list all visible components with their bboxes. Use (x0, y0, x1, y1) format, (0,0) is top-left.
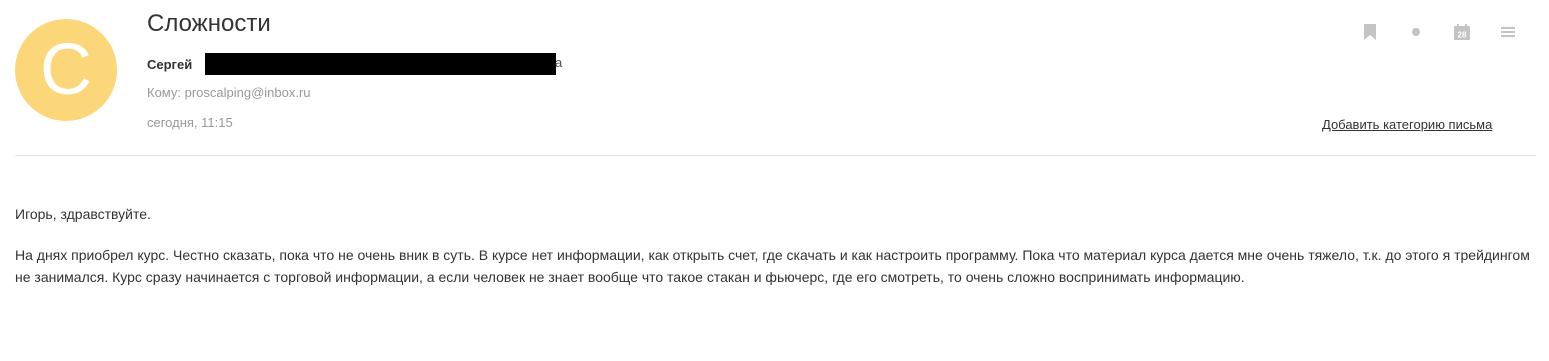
bookmark-button[interactable] (1347, 22, 1393, 42)
body-paragraph: На днях приобрел курс. Честно сказать, п… (15, 246, 1530, 286)
menu-icon (1501, 27, 1515, 37)
email-date: сегодня, 11:15 (147, 115, 233, 130)
email-body: Игорь, здравствуйте. На днях приобрел ку… (15, 203, 1540, 307)
add-category-link[interactable]: Добавить категорию письма (1322, 117, 1492, 132)
more-menu-button[interactable] (1485, 22, 1531, 42)
calendar-button[interactable]: 28 (1439, 22, 1485, 42)
calendar-icon: 28 (1454, 24, 1470, 40)
email-toolbar: 28 (1347, 22, 1531, 42)
header-divider (15, 155, 1536, 156)
avatar: С (15, 19, 117, 121)
redaction-block (205, 53, 556, 75)
calendar-day: 28 (1458, 31, 1467, 40)
sender-tail: a (555, 55, 563, 70)
bookmark-icon (1364, 24, 1376, 40)
avatar-letter: С (40, 30, 92, 110)
recipient-line: Кому: proscalping@inbox.ru (147, 85, 311, 100)
dot-icon (1412, 28, 1420, 36)
greeting: Игорь, здравствуйте. (15, 206, 151, 222)
sender-row: Сергей a (147, 53, 562, 75)
mark-read-button[interactable] (1393, 22, 1439, 42)
sender-name[interactable]: Сергей (147, 57, 192, 72)
email-subject: Сложности (147, 10, 271, 37)
